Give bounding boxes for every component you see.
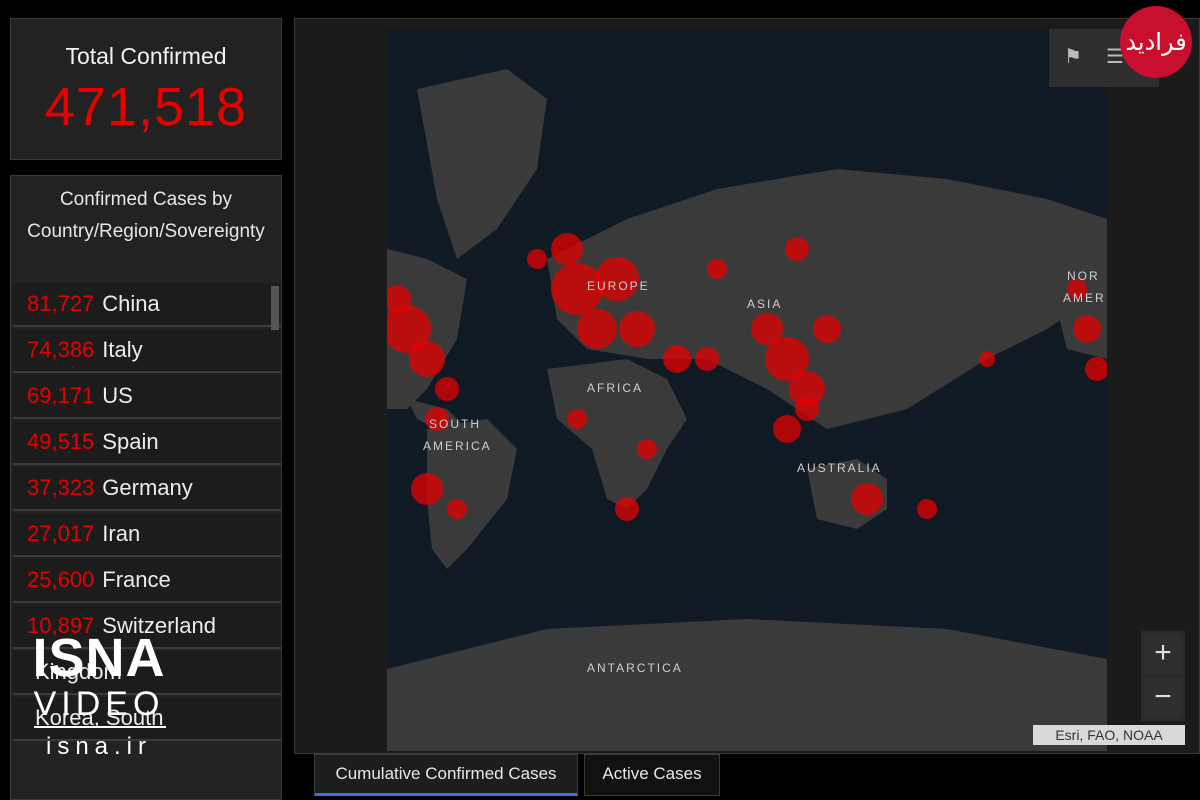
map-attribution: Esri, FAO, NOAA: [1033, 725, 1185, 745]
case-marker[interactable]: [663, 345, 691, 373]
list-item[interactable]: 49,515 Spain: [13, 421, 281, 465]
country-list-title: Confirmed Cases by Country/Region/Sovere…: [27, 189, 265, 242]
case-marker[interactable]: [551, 233, 583, 265]
map-label-south-america-2: AMERICA: [423, 439, 492, 453]
map-label-north-america-1: NOR: [1067, 269, 1100, 283]
map-label-africa: AFRICA: [587, 381, 644, 395]
zoom-controls: + −: [1141, 631, 1185, 721]
country-name: China: [102, 291, 160, 316]
case-marker[interactable]: [411, 473, 443, 505]
world-map[interactable]: EUROPE ASIA AFRICA SOUTH AMERICA AUSTRAL…: [387, 29, 1107, 751]
zoom-out-button[interactable]: −: [1144, 679, 1182, 717]
case-marker[interactable]: [851, 483, 883, 515]
case-marker[interactable]: [447, 499, 467, 519]
list-scrollbar[interactable]: [271, 286, 279, 330]
list-item[interactable]: 37,323 Germany: [13, 467, 281, 511]
bookmark-icon[interactable]: ⚑: [1059, 43, 1087, 71]
total-confirmed-label: Total Confirmed: [65, 43, 227, 69]
antarctica-shape: [387, 619, 1107, 751]
logo-badge: فرادید: [1120, 6, 1192, 78]
country-name: Spain: [102, 429, 159, 454]
case-marker[interactable]: [695, 347, 719, 371]
isna-watermark: ISNA VIDEO isna.ir: [28, 630, 170, 772]
tab-active-cases[interactable]: Active Cases: [584, 754, 720, 796]
map-panel: EUROPE ASIA AFRICA SOUTH AMERICA AUSTRAL…: [294, 18, 1200, 754]
case-count: 81,727: [27, 291, 95, 316]
case-marker[interactable]: [917, 499, 937, 519]
case-count: 25,600: [27, 567, 95, 592]
case-count: 27,017: [27, 521, 95, 546]
case-marker[interactable]: [615, 497, 639, 521]
watermark-divider: [34, 726, 166, 728]
list-item[interactable]: 74,386 Italy: [13, 329, 281, 373]
map-label-europe: EUROPE: [587, 279, 650, 293]
case-count: 74,386: [27, 337, 95, 362]
case-marker[interactable]: [751, 313, 783, 345]
total-confirmed-panel: Total Confirmed 471,518: [10, 18, 282, 160]
watermark-name: ISNA: [32, 628, 166, 688]
watermark-site: isna.ir: [45, 733, 153, 760]
case-marker[interactable]: [773, 415, 801, 443]
case-marker[interactable]: [637, 439, 657, 459]
country-name: US: [102, 383, 133, 408]
country-name: France: [102, 567, 171, 592]
case-marker[interactable]: [979, 351, 995, 367]
case-marker[interactable]: [409, 341, 445, 377]
case-marker[interactable]: [1085, 357, 1107, 381]
list-item[interactable]: 81,727 China: [13, 283, 281, 327]
case-count: 49,515: [27, 429, 95, 454]
greenland-shape: [417, 69, 547, 259]
map-label-australia: AUSTRALIA: [797, 461, 882, 475]
case-marker[interactable]: [785, 237, 809, 261]
watermark-video: VIDEO: [33, 685, 165, 723]
case-marker[interactable]: [619, 311, 655, 347]
case-count: 69,171: [27, 383, 95, 408]
case-marker[interactable]: [813, 315, 841, 343]
case-marker[interactable]: [435, 377, 459, 401]
case-marker[interactable]: [567, 409, 587, 429]
map-label-asia: ASIA: [747, 297, 783, 311]
map-label-south-america-1: SOUTH: [429, 417, 481, 431]
case-count: 37,323: [27, 475, 95, 500]
case-marker[interactable]: [1073, 315, 1101, 343]
case-marker[interactable]: [577, 309, 617, 349]
country-name: Iran: [102, 521, 141, 546]
list-item[interactable]: 25,600 France: [13, 559, 281, 603]
landmasses: [387, 69, 1107, 751]
country-name: Italy: [102, 337, 143, 362]
case-marker[interactable]: [707, 259, 727, 279]
case-marker[interactable]: [795, 397, 819, 421]
map-label-north-america-2: AMER: [1063, 291, 1106, 305]
total-confirmed-value: 471,518: [44, 77, 248, 137]
list-item[interactable]: 27,017 Iran: [13, 513, 281, 557]
map-graphics: [387, 69, 1107, 751]
list-item[interactable]: 69,171 US: [13, 375, 281, 419]
map-label-antarctica: ANTARCTICA: [587, 661, 683, 675]
case-marker[interactable]: [527, 249, 547, 269]
tab-cumulative-confirmed-cases[interactable]: Cumulative Confirmed Cases: [314, 754, 578, 796]
zoom-in-button[interactable]: +: [1144, 635, 1182, 673]
country-name: Germany: [102, 475, 193, 500]
